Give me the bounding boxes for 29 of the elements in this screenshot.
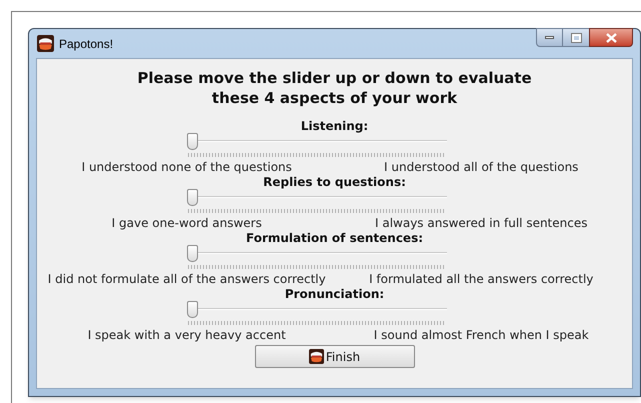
slider[interactable]: [186, 133, 446, 150]
high-caption: I always answered in full sentences: [374, 215, 588, 231]
maximize-button[interactable]: [563, 28, 589, 47]
aspect-label: Replies to questions:: [263, 175, 406, 189]
low-caption: I did not formulate all of the answers correctly: [46, 271, 327, 287]
high-caption: I formulated all the answers correctly: [368, 271, 594, 287]
aspect-label: Pronunciation:: [284, 287, 384, 301]
high-caption: I sound almost French when I speak: [372, 327, 590, 343]
instructions: Please move the slider up or down to evaluate these 4 aspects of your work: [136, 68, 533, 108]
high-caption: I understood all of the questions: [383, 159, 580, 175]
mouth-icon: [37, 35, 54, 52]
close-button[interactable]: [589, 28, 633, 47]
slider[interactable]: [186, 245, 446, 262]
finish-button[interactable]: Finish: [254, 345, 414, 368]
aspect-label: Listening:: [300, 119, 368, 133]
slider-thumb[interactable]: [186, 245, 198, 262]
window-title: Papotons!: [59, 36, 114, 52]
close-icon: [606, 32, 616, 42]
slider-thumb[interactable]: [186, 133, 198, 150]
low-caption: I gave one-word answers: [110, 215, 263, 231]
low-caption: I speak with a very heavy accent: [86, 327, 287, 343]
mouth-icon: [308, 349, 324, 364]
slider[interactable]: [186, 189, 446, 206]
aspect-label: Formulation of sentences:: [246, 231, 424, 245]
slider-thumb[interactable]: [186, 189, 198, 206]
low-caption: I understood none of the questions: [80, 159, 293, 175]
minimize-button[interactable]: [536, 28, 563, 47]
slider[interactable]: [186, 301, 446, 318]
slider-thumb[interactable]: [186, 301, 198, 318]
